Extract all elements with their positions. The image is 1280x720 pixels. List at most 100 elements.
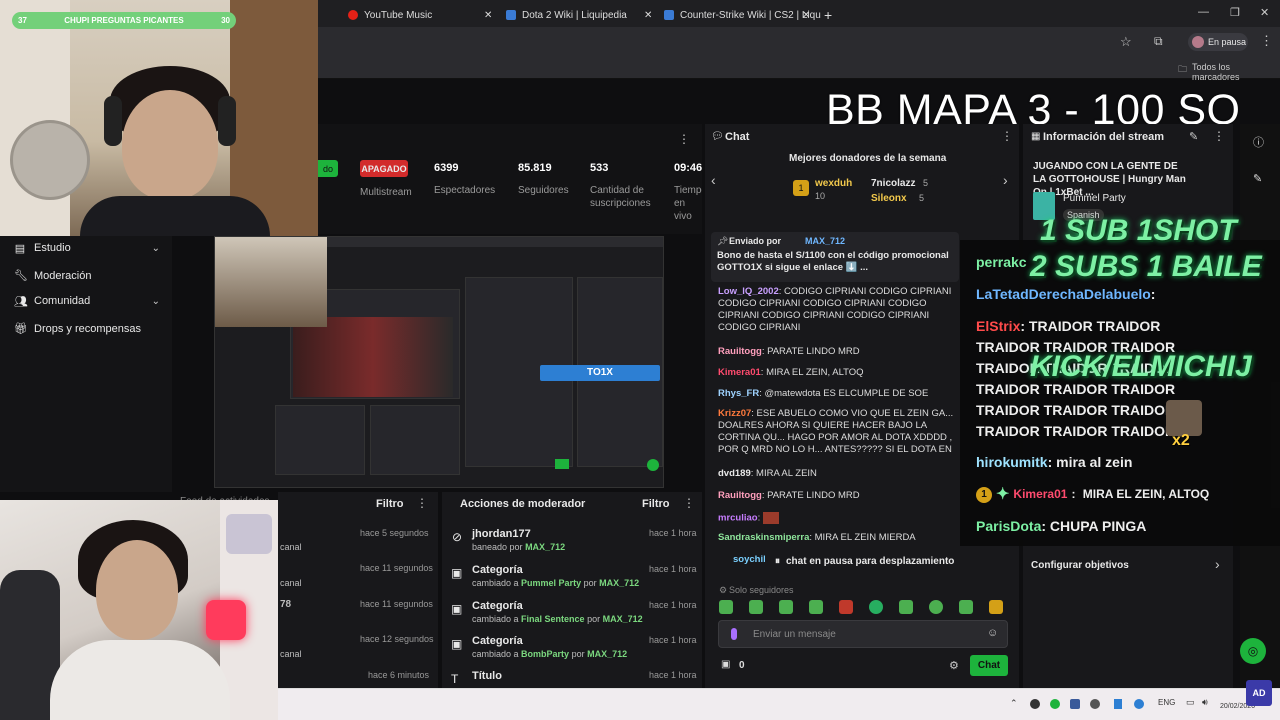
sidebar-item-drops[interactable]: 🎁︎ Drops y recompensas xyxy=(14,322,141,336)
emote-icon[interactable] xyxy=(929,600,943,614)
emote-icon[interactable] xyxy=(839,600,853,614)
tray-app-icon[interactable] xyxy=(1050,699,1060,709)
promo-line-1: 1 SUB 1SHOT xyxy=(1040,214,1237,247)
mod-row-por: por xyxy=(583,578,597,588)
emote-icon[interactable] xyxy=(899,600,913,614)
chat-send-button[interactable]: Chat xyxy=(970,655,1008,676)
donor-amount: 5 xyxy=(923,178,929,188)
volume-icon[interactable]: 🔊︎ xyxy=(1202,697,1208,708)
stats-menu-icon[interactable]: ⋮ xyxy=(678,132,690,146)
info-circle-icon[interactable]: ⓘ xyxy=(1253,134,1264,150)
chat-paused-banner[interactable]: ⏸︎ chat en pausa para desplazamiento xyxy=(765,552,965,570)
chevron-left-icon[interactable]: ‹ xyxy=(711,172,716,188)
mod-row-by[interactable]: MAX_712 xyxy=(603,614,643,624)
mod-menu-icon[interactable]: ⋮ xyxy=(683,496,695,510)
promo-kick: KICK/ELMICHIJ xyxy=(1030,350,1252,383)
activity-filter-button[interactable]: Filtro xyxy=(376,498,404,510)
chat-username[interactable]: dvd189 xyxy=(718,468,751,479)
bluetooth-icon[interactable] xyxy=(1114,699,1122,709)
sidebar-item-comunidad[interactable]: 👥︎ Comunidad ⌄ xyxy=(14,295,160,308)
chat-username[interactable]: Sandraskinsmiperra xyxy=(718,532,809,543)
chat-username[interactable]: Rhys_FR xyxy=(718,388,759,399)
pinned-text: Bono de hasta el S/1100 con el código pr… xyxy=(717,250,949,273)
emote-icon[interactable] xyxy=(749,600,763,614)
close-tab-icon[interactable]: ✕ xyxy=(644,4,652,26)
menu-dots-icon[interactable]: ⋮ xyxy=(1260,33,1273,49)
tray-app-icon[interactable] xyxy=(1134,699,1144,709)
points-icon[interactable]: ▣ xyxy=(721,659,730,670)
tab-cs-wiki[interactable]: Counter-Strike Wiki | CS2 | Liqu xyxy=(664,4,821,26)
help-fab-icon[interactable]: ◎ xyxy=(1240,638,1266,664)
sidebar-item-label: Drops y recompensas xyxy=(34,322,141,335)
chat-username[interactable]: Low_lQ_2002 xyxy=(718,286,779,297)
sidebar-item-estudio[interactable]: ▤ Estudio ⌄ xyxy=(14,242,160,255)
activity-row-time: hace 5 segundos xyxy=(360,528,429,538)
chat-username[interactable]: Rauiltogg xyxy=(718,490,762,501)
chat-message: Rauiltogg: PARATE LINDO MRD xyxy=(718,346,860,357)
donor-name[interactable]: Sileonx xyxy=(871,193,907,204)
pinned-user[interactable]: MAX_712 xyxy=(805,236,845,246)
overlay-chat-text: MIRA EL ZEIN, ALTOQ xyxy=(1082,487,1210,501)
chevron-up-icon[interactable]: ⌃ xyxy=(1010,698,1018,709)
pinned-message[interactable]: 📌︎ Enviado por MAX_712 Bono de hasta el … xyxy=(711,232,959,282)
close-tab-icon[interactable]: ✕ xyxy=(802,4,810,26)
emoji-icon[interactable]: ☺ xyxy=(987,627,998,639)
emote-icon[interactable] xyxy=(989,600,1003,614)
mod-row-by[interactable]: MAX_712 xyxy=(587,649,627,659)
info-menu-icon[interactable]: ⋮ xyxy=(1213,129,1225,143)
donor-name[interactable]: wexduh xyxy=(815,178,852,189)
poll-bar: 37 CHUPI PREGUNTAS PICANTES 30 xyxy=(12,12,236,29)
chat-settings-icon[interactable]: ⚙ xyxy=(949,659,959,672)
activity-menu-icon[interactable]: ⋮ xyxy=(416,496,428,510)
extensions-icon[interactable]: ⧉ xyxy=(1154,34,1163,49)
edit-icon[interactable]: ✎ xyxy=(1189,130,1198,143)
emote-icon xyxy=(762,512,779,524)
mod-row-by[interactable]: MAX_712 xyxy=(525,542,565,552)
chat-username[interactable]: Rauiltogg xyxy=(718,346,762,357)
stream-stats: ⋮ xyxy=(318,124,702,234)
all-bookmarks-link[interactable]: Todos los marcadores xyxy=(1192,62,1280,82)
poll-left-count: 37 xyxy=(18,16,27,25)
configure-goals-link[interactable]: Configurar objetivos xyxy=(1031,560,1129,571)
emote-icon[interactable] xyxy=(779,600,793,614)
mod-filter-button[interactable]: Filtro xyxy=(642,498,670,510)
minimize-icon[interactable]: — xyxy=(1198,6,1209,18)
apagado-badge[interactable]: APAGADO xyxy=(360,160,408,177)
sidebar-item-moderacion[interactable]: 🔧︎ Moderación xyxy=(14,269,91,283)
poll-title: CHUPI PREGUNTAS PICANTES xyxy=(64,16,184,25)
pencil-icon[interactable]: ✎ xyxy=(1253,172,1262,185)
emote-icon[interactable] xyxy=(719,600,733,614)
emote-icon[interactable] xyxy=(959,600,973,614)
profile-button[interactable]: En pausa xyxy=(1188,33,1248,51)
emote-icon[interactable] xyxy=(809,600,823,614)
tab-dota-wiki[interactable]: Dota 2 Wiki | Liquipedia xyxy=(506,4,627,26)
new-tab-icon[interactable]: + xyxy=(824,4,832,26)
chat-input[interactable]: Enviar un mensaje ☺ xyxy=(718,620,1008,648)
donor-name[interactable]: 7nicolazz xyxy=(871,178,915,189)
chat-username[interactable]: Kimera01 xyxy=(718,367,761,378)
network-icon[interactable]: ▭ xyxy=(1186,697,1195,708)
tray-app-icon[interactable] xyxy=(1070,699,1080,709)
emote-icon[interactable] xyxy=(869,600,883,614)
tray-app-icon[interactable] xyxy=(1090,699,1100,709)
chevron-right-icon[interactable]: › xyxy=(1003,172,1008,188)
stream-category[interactable]: Pummel Party xyxy=(1063,193,1126,204)
chat-username[interactable]: soychib xyxy=(733,554,769,565)
close-tab-icon[interactable]: ✕ xyxy=(484,4,492,26)
maximize-icon[interactable]: ❐ xyxy=(1230,6,1240,19)
tab-youtube-music[interactable]: YouTube Music xyxy=(348,4,432,26)
stat-viewers-label: Espectadores xyxy=(434,185,496,196)
tray-app-icon[interactable] xyxy=(1030,699,1040,709)
mod-row-by[interactable]: MAX_712 xyxy=(599,578,639,588)
chat-icon: 💬︎ xyxy=(711,131,724,142)
input-language[interactable]: ENG xyxy=(1158,698,1175,707)
chat-menu-icon[interactable]: ⋮ xyxy=(1001,129,1013,143)
youtube-music-icon xyxy=(348,10,358,20)
close-window-icon[interactable]: ✕ xyxy=(1260,6,1269,19)
overlay-chat-text: mira al zein xyxy=(1056,454,1133,470)
avatar xyxy=(1192,36,1204,48)
chat-username[interactable]: Krizz07 xyxy=(718,408,751,419)
address-bar[interactable]: ☆ ⧉ ⋮ xyxy=(318,27,1280,57)
star-icon[interactable]: ☆ xyxy=(1120,34,1132,50)
chat-username[interactable]: mrculiao xyxy=(718,513,758,524)
